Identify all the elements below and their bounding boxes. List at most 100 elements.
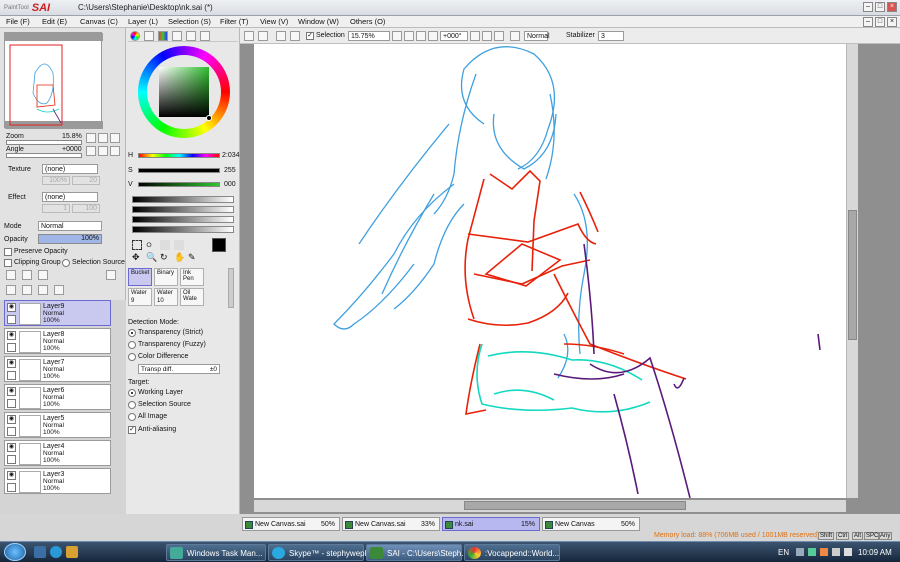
zoom-slider[interactable] [6, 140, 82, 145]
radio-transparency-strict[interactable] [128, 329, 136, 337]
saturation-value-square[interactable] [159, 67, 209, 117]
lock-checkbox[interactable] [7, 371, 16, 380]
network-icon[interactable] [832, 548, 840, 556]
view-mode-select[interactable]: Normal [524, 31, 550, 41]
crop-button[interactable] [290, 31, 300, 41]
delete-layer-button[interactable] [54, 285, 64, 295]
toolbar-fit[interactable] [428, 31, 438, 41]
rgb-slider-tab-icon[interactable] [144, 31, 154, 41]
doc-close-button[interactable]: × [887, 17, 897, 27]
new-linework-button[interactable] [22, 270, 32, 280]
rotate-left-button[interactable] [86, 146, 96, 156]
rotate-reset-button[interactable] [110, 146, 120, 156]
merge-down-button[interactable] [22, 285, 32, 295]
effect-strength-field[interactable]: 100 [72, 204, 100, 213]
layer-row-6[interactable]: ◉ Layer6 Normal 100% [4, 384, 111, 410]
effect-width-field[interactable]: 1 [42, 204, 70, 213]
layer-row-5[interactable]: ◉ Layer5 Normal 100% [4, 412, 111, 438]
radio-transparency-fuzzy[interactable] [128, 341, 136, 349]
visibility-eye-icon[interactable]: ◉ [7, 331, 16, 340]
menu-selection[interactable]: Selection (S) [168, 17, 211, 26]
effect-select[interactable]: (none) [42, 192, 98, 202]
zoom-out-button[interactable] [86, 133, 96, 143]
lock-checkbox[interactable] [7, 483, 16, 492]
visibility-eye-icon[interactable]: ◉ [7, 471, 16, 480]
rotate-right-button[interactable] [98, 146, 108, 156]
tool-bucket[interactable]: Bucket [128, 268, 152, 286]
tool-water-9[interactable]: Water 9 [128, 288, 152, 306]
selection-source-checkbox[interactable] [62, 259, 70, 267]
visibility-eye-icon[interactable]: ◉ [7, 443, 16, 452]
color-wheel-tab-icon[interactable] [130, 31, 140, 41]
clock[interactable]: 10:09 AM [858, 548, 892, 557]
brush-size-bar-2[interactable] [132, 206, 234, 213]
zoom-select[interactable]: 15.75% [348, 31, 390, 41]
menu-others[interactable]: Others (O) [350, 17, 385, 26]
new-layer-button[interactable] [6, 270, 16, 280]
tool-binary[interactable]: Binary [154, 268, 178, 286]
visibility-eye-icon[interactable]: ◉ [7, 303, 16, 312]
maximize-button[interactable]: □ [875, 2, 885, 12]
brush-size-bar-1[interactable] [132, 196, 234, 203]
visibility-eye-icon[interactable]: ◉ [7, 359, 16, 368]
layer-row-9[interactable]: ◉ Layer9 Normal 100% [4, 300, 111, 326]
value-slider[interactable] [138, 182, 220, 187]
taskbar-item-task-manager[interactable]: Windows Task Man... [166, 544, 266, 561]
transfer-down-button[interactable] [6, 285, 16, 295]
toolbar-zoom-in[interactable] [404, 31, 414, 41]
explorer-quicklaunch-icon[interactable] [66, 546, 78, 558]
saturation-slider[interactable] [138, 168, 220, 173]
lasso-icon[interactable]: ഠ [146, 240, 156, 250]
layer-menu-button[interactable] [106, 270, 116, 280]
texture-scale-field[interactable]: 100% [42, 176, 70, 185]
zoom-tool-icon[interactable]: 🔍 [146, 252, 157, 262]
menu-filter[interactable]: Filter (T) [220, 17, 248, 26]
tool-oil-water[interactable]: Oil Wate [180, 288, 204, 306]
layer-row-4[interactable]: ◉ Layer4 Normal 100% [4, 440, 111, 466]
menu-canvas[interactable]: Canvas (C) [80, 17, 118, 26]
radio-working-layer[interactable] [128, 389, 136, 397]
menu-window[interactable]: Window (W) [298, 17, 339, 26]
color-mix-tab-icon[interactable] [172, 31, 182, 41]
transp-diff-slider[interactable]: Transp diff. ±0 [138, 364, 220, 374]
taskbar-item-sai[interactable]: SAI - C:\Users\Steph... [366, 544, 465, 561]
eyedropper-icon[interactable]: ✎ [188, 252, 198, 262]
doc-minimize-button[interactable]: – [863, 17, 873, 27]
tray-icon-3[interactable] [820, 548, 828, 556]
tool-grid-scrollbar[interactable] [228, 268, 234, 308]
tool-ink-pen[interactable]: Ink Pen [180, 268, 204, 286]
texture-select[interactable]: (none) [42, 164, 98, 174]
layer-row-7[interactable]: ◉ Layer7 Normal 100% [4, 356, 111, 382]
canvas-tab-1[interactable]: New Canvas.sai 50% [242, 517, 340, 531]
anti-aliasing-checkbox[interactable]: ✓ [128, 426, 136, 434]
lock-checkbox[interactable] [7, 427, 16, 436]
lock-checkbox[interactable] [7, 399, 16, 408]
brush-size-bar-3[interactable] [132, 216, 234, 223]
clipping-group-checkbox[interactable] [4, 259, 12, 267]
flip-button[interactable] [510, 31, 520, 41]
redo-button[interactable] [258, 31, 268, 41]
start-button[interactable] [4, 543, 26, 561]
toolbar-rotate-left[interactable] [470, 31, 480, 41]
opacity-slider[interactable]: 100% [38, 234, 102, 244]
hand-tool-icon[interactable]: ✋ [174, 252, 185, 262]
layer-row-3[interactable]: ◉ Layer3 Normal 100% [4, 468, 111, 494]
canvas-tab-3-active[interactable]: nk.sai 15% [442, 517, 540, 531]
tray-icon-1[interactable] [796, 548, 804, 556]
language-indicator[interactable]: EN [778, 548, 789, 557]
menu-view[interactable]: View (V) [260, 17, 288, 26]
selection-checkbox[interactable]: ✓ [306, 32, 314, 40]
toolbar-zoom-out[interactable] [392, 31, 402, 41]
visibility-eye-icon[interactable]: ◉ [7, 387, 16, 396]
lock-checkbox[interactable] [7, 315, 16, 324]
scratchpad-tab-icon[interactable] [200, 31, 210, 41]
rect-select-icon[interactable] [132, 240, 142, 250]
rotate-tool-icon[interactable]: ↻ [160, 252, 170, 262]
menu-layer[interactable]: Layer (L) [128, 17, 158, 26]
taskbar-item-skype[interactable]: Skype™ - stephyweph [268, 544, 367, 561]
drawing-canvas[interactable] [254, 44, 846, 499]
menu-edit[interactable]: Edit (E) [42, 17, 67, 26]
eyedropper-alt-icon[interactable] [174, 240, 184, 250]
zoom-reset-button[interactable] [110, 133, 120, 143]
angle-select[interactable]: +000° [440, 31, 468, 41]
